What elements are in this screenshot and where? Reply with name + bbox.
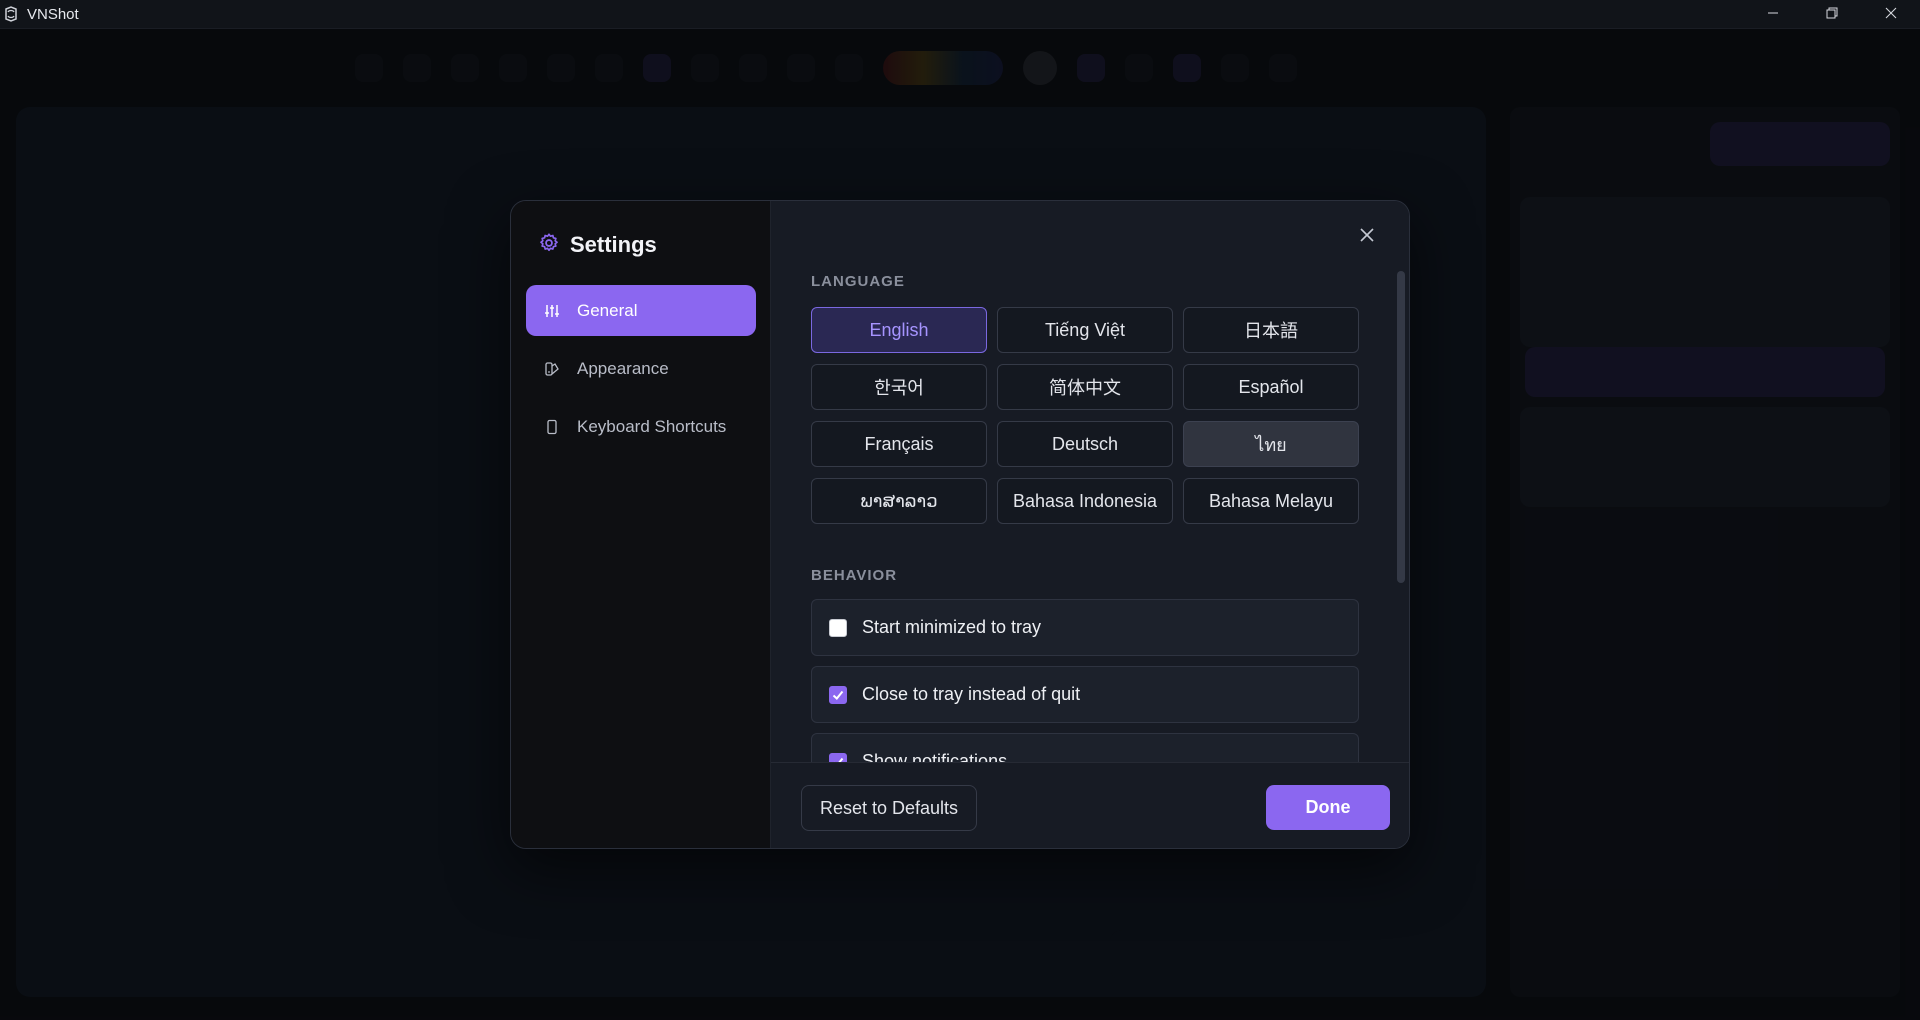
- language-option-spanish[interactable]: Español: [1183, 364, 1359, 410]
- close-to-tray-checkbox[interactable]: [829, 685, 847, 704]
- settings-sidebar: Settings General Appearance Keyboard Sho…: [511, 201, 771, 848]
- nav-item-label: Appearance: [577, 358, 669, 378]
- language-option-lao[interactable]: ພາສາລາວ: [811, 478, 987, 524]
- close-icon: [1359, 227, 1375, 248]
- nav-item-general[interactable]: General: [526, 285, 756, 336]
- gear-icon: [538, 232, 560, 259]
- behavior-heading: BEHAVIOR: [811, 567, 898, 584]
- settings-content: LANGUAGE English Tiếng Việt 日本語 한국어 简体中文…: [771, 201, 1409, 848]
- keyboard-icon: [542, 417, 562, 437]
- settings-title: Settings: [570, 232, 657, 257]
- app-title: VNShot: [27, 5, 79, 23]
- language-option-english[interactable]: English: [811, 307, 987, 353]
- close-icon: [1885, 6, 1897, 24]
- behavior-show-notifications[interactable]: Show notifications: [811, 733, 1359, 762]
- behavior-label: Close to tray instead of quit: [862, 684, 1081, 704]
- language-option-german[interactable]: Deutsch: [997, 421, 1173, 467]
- settings-scrollbar[interactable]: [1397, 271, 1405, 761]
- settings-footer: Reset to Defaults Done: [771, 762, 1409, 848]
- nav-item-label: General: [577, 300, 638, 320]
- language-option-korean[interactable]: 한국어: [811, 364, 987, 410]
- app-logo-icon: [2, 5, 20, 23]
- settings-scroll-area[interactable]: LANGUAGE English Tiếng Việt 日本語 한국어 简体中文…: [771, 201, 1409, 762]
- show-notifications-checkbox[interactable]: [829, 752, 847, 762]
- language-option-vietnamese[interactable]: Tiếng Việt: [997, 307, 1173, 353]
- checkmark-icon: [832, 690, 844, 700]
- settings-modal: Settings General Appearance Keyboard Sho…: [510, 200, 1410, 849]
- reset-to-defaults-button[interactable]: Reset to Defaults: [801, 785, 977, 831]
- settings-nav: General Appearance Keyboard Shortcuts: [526, 285, 756, 452]
- language-option-malay[interactable]: Bahasa Melayu: [1183, 478, 1359, 524]
- restore-icon: [1826, 6, 1838, 24]
- language-heading: LANGUAGE: [811, 273, 905, 290]
- nav-item-keyboard-shortcuts[interactable]: Keyboard Shortcuts: [526, 401, 756, 452]
- language-option-indonesian[interactable]: Bahasa Indonesia: [997, 478, 1173, 524]
- nav-item-appearance[interactable]: Appearance: [526, 343, 756, 394]
- sliders-icon: [542, 301, 562, 321]
- behavior-label: Show notifications: [862, 751, 1008, 762]
- close-settings-button[interactable]: [1355, 225, 1379, 249]
- nav-item-label: Keyboard Shortcuts: [577, 416, 727, 436]
- behavior-label: Start minimized to tray: [862, 617, 1042, 637]
- language-option-japanese[interactable]: 日本語: [1183, 307, 1359, 353]
- language-option-chinese-simplified[interactable]: 简体中文: [997, 364, 1173, 410]
- behavior-start-minimized[interactable]: Start minimized to tray: [811, 599, 1359, 656]
- settings-header: Settings: [538, 230, 755, 260]
- close-window-button[interactable]: [1861, 0, 1920, 29]
- minimize-button[interactable]: [1743, 0, 1802, 29]
- language-grid: English Tiếng Việt 日本語 한국어 简体中文 Español …: [811, 307, 1359, 524]
- scrollbar-thumb[interactable]: [1397, 271, 1405, 583]
- language-option-thai[interactable]: ไทย: [1183, 421, 1359, 467]
- checkmark-icon: [833, 757, 844, 762]
- palette-icon: [542, 359, 562, 379]
- language-option-french[interactable]: Français: [811, 421, 987, 467]
- done-button[interactable]: Done: [1266, 785, 1390, 830]
- window-controls: [1743, 0, 1920, 29]
- title-bar: VNShot: [0, 0, 1920, 29]
- minimize-icon: [1767, 6, 1779, 24]
- maximize-button[interactable]: [1802, 0, 1861, 29]
- behavior-close-to-tray[interactable]: Close to tray instead of quit: [811, 666, 1359, 723]
- start-minimized-checkbox[interactable]: [829, 618, 847, 637]
